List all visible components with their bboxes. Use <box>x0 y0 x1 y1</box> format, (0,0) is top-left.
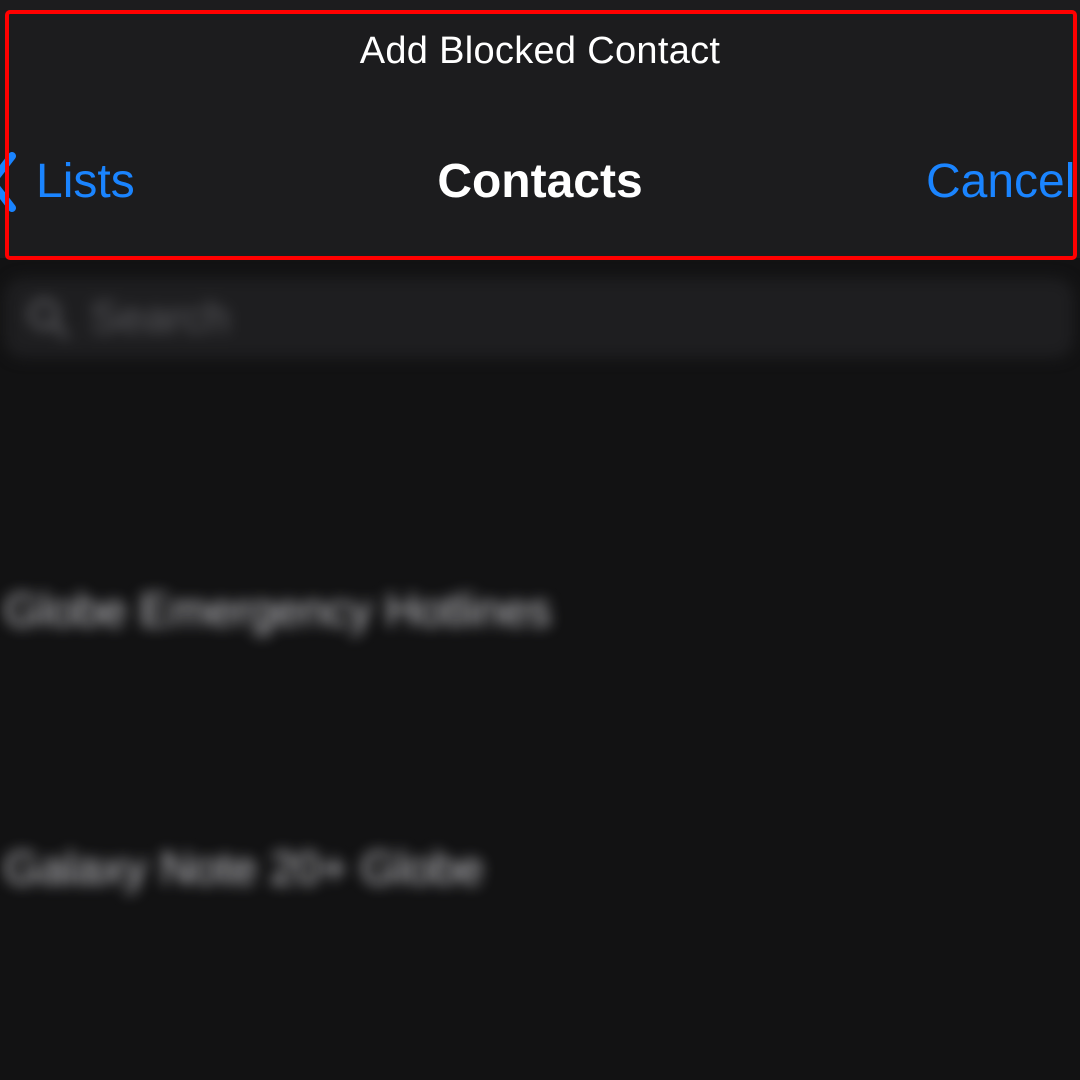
search-placeholder: Search <box>90 293 230 342</box>
search-icon <box>28 298 69 339</box>
contact-item[interactable]: Globe Emergency Hotlines <box>4 583 551 637</box>
chevron-left-icon <box>0 152 16 212</box>
back-button[interactable]: Lists <box>0 150 135 214</box>
modal-header: Add Blocked Contact Lists Contacts Cance… <box>0 0 1080 258</box>
contacts-list-area: Search Globe Emergency Hotlines Galaxy N… <box>0 258 1080 1080</box>
screen: Add Blocked Contact Lists Contacts Cance… <box>0 0 1080 1080</box>
contact-item[interactable]: Galaxy Note 20+ Globe <box>4 841 483 895</box>
search-input[interactable]: Search <box>4 278 1074 358</box>
back-button-label: Lists <box>36 155 135 208</box>
sheet-title: Add Blocked Contact <box>359 30 721 72</box>
navigation-bar: Lists Contacts Cancel <box>0 150 1080 214</box>
cancel-button[interactable]: Cancel <box>926 150 1075 214</box>
page-title: Contacts <box>437 155 643 208</box>
